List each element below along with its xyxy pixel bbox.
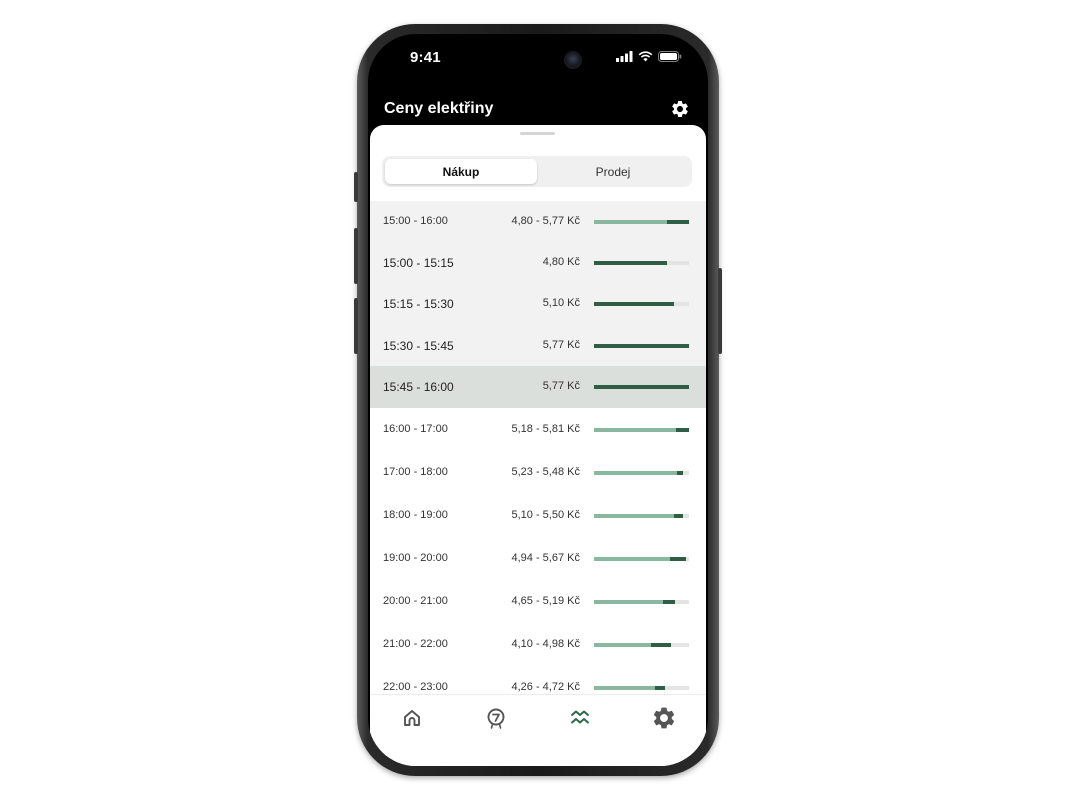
row-price: 5,18 - 5,81 Kč <box>511 423 581 435</box>
row-time: 20:00 - 21:00 <box>383 595 448 607</box>
row-time: 18:00 - 19:00 <box>383 509 448 521</box>
price-range-bar <box>594 600 689 604</box>
row-price: 5,77 Kč <box>542 339 580 351</box>
row-price: 4,80 Kč <box>542 256 580 268</box>
price-row[interactable]: 21:00 - 22:00 4,10 - 4,98 Kč <box>370 623 706 666</box>
row-price: 4,94 - 5,67 Kč <box>511 552 581 564</box>
tab-buy[interactable]: Nákup <box>385 159 537 184</box>
price-range-bar <box>594 385 689 389</box>
row-price: 5,23 - 5,48 Kč <box>511 466 581 478</box>
bar-fill-low <box>594 428 676 432</box>
wifi-icon <box>638 51 653 62</box>
row-time: 15:00 - 15:15 <box>383 256 454 270</box>
price-waves-icon[interactable] <box>567 705 593 731</box>
row-time: 21:00 - 22:00 <box>383 638 448 650</box>
bar-fill-range <box>594 344 689 348</box>
row-time: 17:00 - 18:00 <box>383 466 448 478</box>
phone-frame: 9:41 Ceny elektřiny Nákup Prodej 15:00 -… <box>354 24 722 776</box>
camera-icon <box>564 51 582 69</box>
page-title: Ceny elektřiny <box>384 100 494 117</box>
row-time: 19:00 - 20:00 <box>383 552 448 564</box>
price-range-bar <box>594 514 689 518</box>
bar-fill-low <box>594 471 677 475</box>
status-bar: 9:41 <box>368 34 708 84</box>
tab-sell[interactable]: Prodej <box>537 159 689 184</box>
bar-fill-range <box>674 514 683 518</box>
price-range-bar <box>594 686 689 690</box>
row-time: 15:15 - 15:30 <box>383 297 454 311</box>
bar-fill-low <box>594 686 655 690</box>
bar-fill-low <box>594 220 667 224</box>
price-row[interactable]: 15:45 - 16:00 5,77 Kč <box>370 366 706 408</box>
bar-fill-low <box>594 643 651 647</box>
bottom-tab-bar <box>370 694 706 766</box>
price-row[interactable]: 17:00 - 18:00 5,23 - 5,48 Kč <box>370 451 706 494</box>
bar-fill-range <box>594 302 674 306</box>
power-button <box>718 268 722 354</box>
price-list: 15:00 - 16:00 4,80 - 5,77 Kč 15:00 - 15:15… <box>370 201 706 696</box>
row-price: 5,10 - 5,50 Kč <box>511 509 581 521</box>
row-time: 16:00 - 17:00 <box>383 423 448 435</box>
status-time: 9:41 <box>410 49 441 66</box>
price-range-bar <box>594 428 689 432</box>
tariff-badge-icon[interactable] <box>483 705 509 731</box>
row-price: 5,10 Kč <box>542 297 580 309</box>
price-range-bar <box>594 643 689 647</box>
price-range-bar <box>594 344 689 348</box>
price-range-bar <box>594 302 689 306</box>
signal-icon <box>616 51 633 62</box>
price-row[interactable]: 15:30 - 15:45 5,77 Kč <box>370 325 706 366</box>
bar-fill-range <box>667 220 689 224</box>
bar-fill-low <box>594 514 674 518</box>
row-price: 4,80 - 5,77 Kč <box>511 215 581 227</box>
row-price: 5,77 Kč <box>542 380 580 392</box>
battery-icon <box>658 51 682 62</box>
price-row[interactable]: 15:00 - 15:15 4,80 Kč <box>370 242 706 283</box>
bar-fill-low <box>594 600 663 604</box>
price-row[interactable]: 22:00 - 23:00 4,26 - 4,72 Kč <box>370 666 706 696</box>
bar-fill-range <box>676 428 689 432</box>
bar-fill-range <box>651 643 671 647</box>
bar-fill-range <box>677 471 683 475</box>
price-row[interactable]: 16:00 - 17:00 5,18 - 5,81 Kč <box>370 408 706 451</box>
prices-sheet: Nákup Prodej 15:00 - 16:00 4,80 - 5,77 Kč… <box>370 125 706 766</box>
price-row[interactable]: 15:15 - 15:30 5,10 Kč <box>370 283 706 325</box>
price-range-bar <box>594 261 689 265</box>
row-time: 15:45 - 16:00 <box>383 380 454 394</box>
bar-fill-low <box>594 557 670 561</box>
bar-fill-range <box>594 261 667 265</box>
volume-down-button <box>354 298 358 354</box>
price-range-bar <box>594 471 689 475</box>
gear-icon[interactable] <box>651 705 677 731</box>
price-range-bar <box>594 220 689 224</box>
action-button <box>354 172 358 202</box>
buy-sell-toggle: Nákup Prodej <box>382 156 692 187</box>
bar-fill-range <box>655 686 665 690</box>
volume-up-button <box>354 228 358 284</box>
row-price: 4,65 - 5,19 Kč <box>511 595 581 607</box>
price-range-bar <box>594 557 689 561</box>
row-price: 4,26 - 4,72 Kč <box>511 681 581 693</box>
row-price: 4,10 - 4,98 Kč <box>511 638 581 650</box>
bar-fill-range <box>670 557 686 561</box>
price-row[interactable]: 15:00 - 16:00 4,80 - 5,77 Kč <box>370 201 706 242</box>
bar-fill-range <box>594 385 689 389</box>
row-time: 22:00 - 23:00 <box>383 681 448 693</box>
price-row[interactable]: 19:00 - 20:00 4,94 - 5,67 Kč <box>370 537 706 580</box>
bar-fill-range <box>663 600 675 604</box>
price-row[interactable]: 20:00 - 21:00 4,65 - 5,19 Kč <box>370 580 706 623</box>
sheet-grabber[interactable] <box>520 132 555 135</box>
row-time: 15:00 - 16:00 <box>383 215 448 227</box>
home-icon[interactable] <box>399 705 425 731</box>
price-row[interactable]: 18:00 - 19:00 5,10 - 5,50 Kč <box>370 494 706 537</box>
status-icons <box>616 51 682 62</box>
gear-icon[interactable] <box>670 99 690 119</box>
row-time: 15:30 - 15:45 <box>383 339 454 353</box>
screen: 9:41 Ceny elektřiny Nákup Prodej 15:00 -… <box>368 34 708 766</box>
